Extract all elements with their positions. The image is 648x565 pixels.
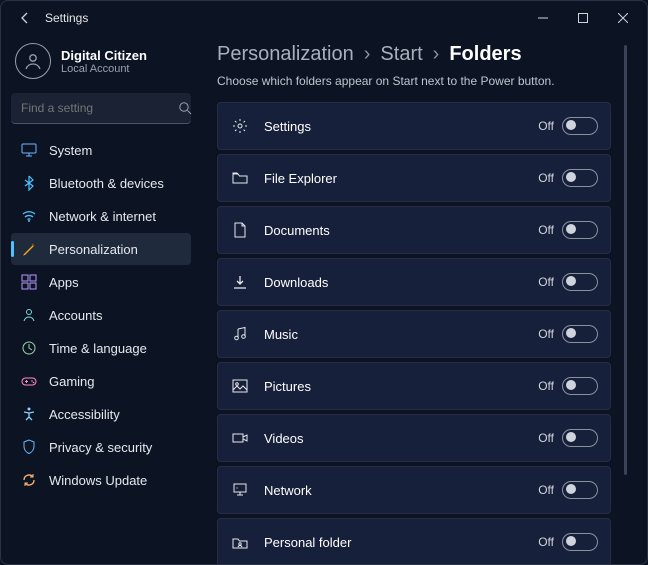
toggle-state-label: Off: [538, 431, 554, 445]
folder-row-network: NetworkOff: [217, 466, 611, 514]
sidebar-item-network-internet[interactable]: Network & internet: [11, 200, 191, 232]
folder-row-settings: SettingsOff: [217, 102, 611, 150]
downloads-icon: [230, 272, 250, 292]
network-icon: [230, 480, 250, 500]
folder-label: Pictures: [264, 379, 538, 394]
toggle-settings[interactable]: [562, 117, 598, 135]
sidebar-item-label: Privacy & security: [49, 440, 152, 455]
toggle-state-label: Off: [538, 379, 554, 393]
sidebar-item-apps[interactable]: Apps: [11, 266, 191, 298]
page-description: Choose which folders appear on Start nex…: [217, 74, 611, 88]
toggle-state-label: Off: [538, 535, 554, 549]
search-field[interactable]: [19, 100, 178, 116]
settings-icon: [230, 116, 250, 136]
accounts-icon: [21, 307, 37, 323]
wifi-icon: [21, 208, 37, 224]
folder-row-downloads: DownloadsOff: [217, 258, 611, 306]
bluetooth-icon: [21, 175, 37, 191]
explorer-icon: [230, 168, 250, 188]
system-icon: [21, 142, 37, 158]
pictures-icon: [230, 376, 250, 396]
user-account-type: Local Account: [61, 63, 147, 75]
sidebar-item-accessibility[interactable]: Accessibility: [11, 398, 191, 430]
sidebar-item-label: Time & language: [49, 341, 147, 356]
search-input[interactable]: [11, 93, 191, 124]
folder-row-personal-folder: Personal folderOff: [217, 518, 611, 564]
sidebar-item-system[interactable]: System: [11, 134, 191, 166]
minimize-button[interactable]: [523, 4, 563, 32]
toggle-network[interactable]: [562, 481, 598, 499]
folder-label: Documents: [264, 223, 538, 238]
personal-icon: [230, 532, 250, 552]
breadcrumb-start[interactable]: Start: [380, 43, 422, 66]
folder-row-file-explorer: File ExplorerOff: [217, 154, 611, 202]
sidebar-item-label: Gaming: [49, 374, 95, 389]
sidebar-item-label: Accessibility: [49, 407, 120, 422]
user-name: Digital Citizen: [61, 48, 147, 63]
sidebar-item-windows-update[interactable]: Windows Update: [11, 464, 191, 496]
toggle-documents[interactable]: [562, 221, 598, 239]
avatar-icon: [15, 43, 51, 79]
toggle-videos[interactable]: [562, 429, 598, 447]
scrollbar[interactable]: [624, 45, 627, 475]
folder-row-videos: VideosOff: [217, 414, 611, 462]
folder-row-pictures: PicturesOff: [217, 362, 611, 410]
sidebar-item-label: System: [49, 143, 92, 158]
folder-row-music: MusicOff: [217, 310, 611, 358]
sidebar-item-label: Accounts: [49, 308, 102, 323]
toggle-state-label: Off: [538, 327, 554, 341]
chevron-right-icon: ›: [433, 43, 440, 66]
sidebar-item-accounts[interactable]: Accounts: [11, 299, 191, 331]
breadcrumb: Personalization › Start › Folders: [217, 43, 611, 66]
sidebar-item-personalization[interactable]: Personalization: [11, 233, 191, 265]
gaming-icon: [21, 373, 37, 389]
personalization-icon: [21, 241, 37, 257]
time-icon: [21, 340, 37, 356]
music-icon: [230, 324, 250, 344]
toggle-state-label: Off: [538, 223, 554, 237]
folder-label: Network: [264, 483, 538, 498]
folder-label: Music: [264, 327, 538, 342]
breadcrumb-personalization[interactable]: Personalization: [217, 43, 354, 66]
folder-label: Personal folder: [264, 535, 538, 550]
sidebar-item-time-language[interactable]: Time & language: [11, 332, 191, 364]
breadcrumb-folders: Folders: [449, 43, 521, 66]
toggle-state-label: Off: [538, 275, 554, 289]
document-icon: [230, 220, 250, 240]
user-profile[interactable]: Digital Citizen Local Account: [11, 37, 191, 91]
folder-label: Videos: [264, 431, 538, 446]
sidebar-item-label: Apps: [49, 275, 79, 290]
videos-icon: [230, 428, 250, 448]
update-icon: [21, 472, 37, 488]
sidebar-item-label: Personalization: [49, 242, 138, 257]
sidebar-item-label: Bluetooth & devices: [49, 176, 164, 191]
folder-label: Downloads: [264, 275, 538, 290]
folder-label: File Explorer: [264, 171, 538, 186]
toggle-pictures[interactable]: [562, 377, 598, 395]
back-button[interactable]: [11, 4, 39, 32]
toggle-state-label: Off: [538, 483, 554, 497]
toggle-state-label: Off: [538, 119, 554, 133]
privacy-icon: [21, 439, 37, 455]
folder-row-documents: DocumentsOff: [217, 206, 611, 254]
toggle-personal-folder[interactable]: [562, 533, 598, 551]
search-icon: [178, 100, 192, 116]
sidebar-item-label: Windows Update: [49, 473, 147, 488]
close-button[interactable]: [603, 4, 643, 32]
toggle-music[interactable]: [562, 325, 598, 343]
accessibility-icon: [21, 406, 37, 422]
sidebar-item-bluetooth-devices[interactable]: Bluetooth & devices: [11, 167, 191, 199]
apps-icon: [21, 274, 37, 290]
maximize-button[interactable]: [563, 4, 603, 32]
chevron-right-icon: ›: [364, 43, 371, 66]
folder-label: Settings: [264, 119, 538, 134]
toggle-downloads[interactable]: [562, 273, 598, 291]
sidebar-item-label: Network & internet: [49, 209, 156, 224]
window-title: Settings: [45, 11, 88, 25]
toggle-file-explorer[interactable]: [562, 169, 598, 187]
sidebar-item-gaming[interactable]: Gaming: [11, 365, 191, 397]
toggle-state-label: Off: [538, 171, 554, 185]
sidebar-item-privacy-security[interactable]: Privacy & security: [11, 431, 191, 463]
